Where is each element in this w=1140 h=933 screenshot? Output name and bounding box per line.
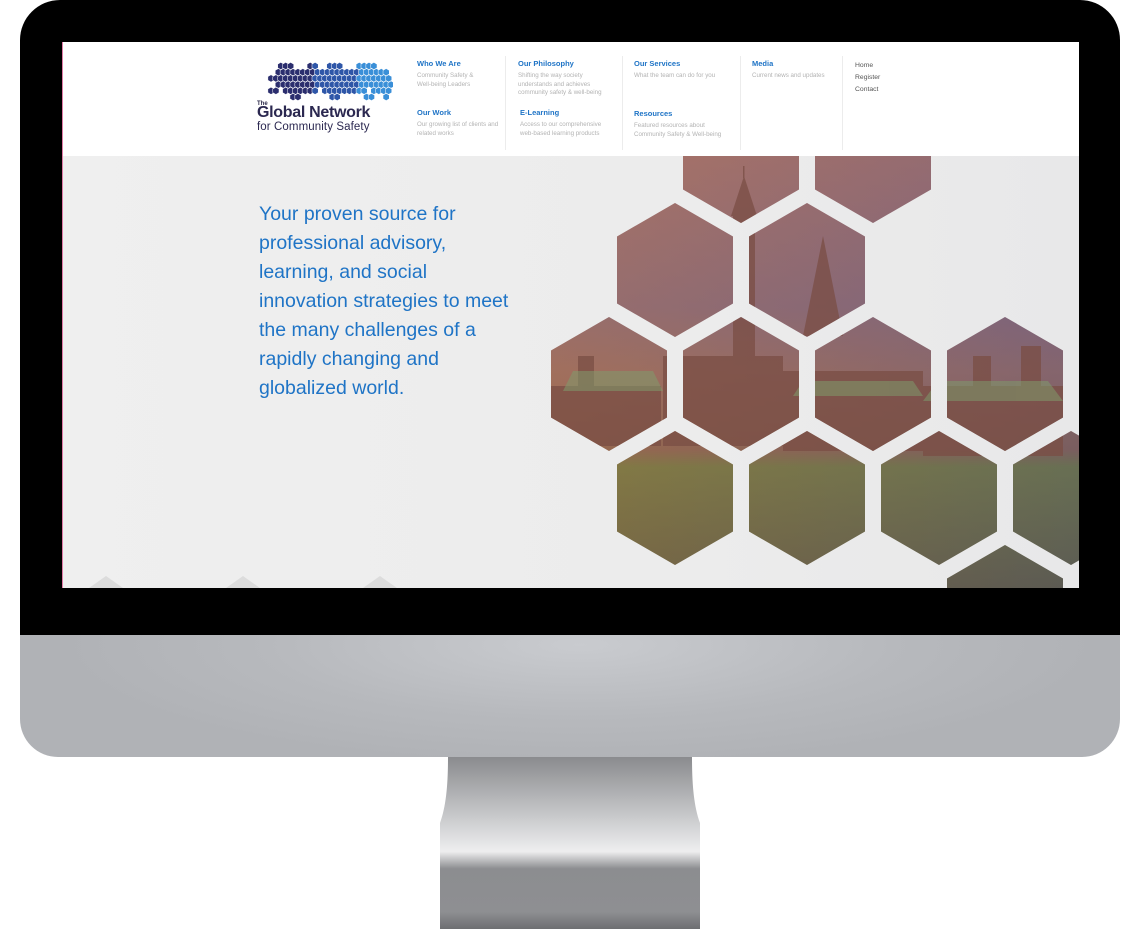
hero-section: Your proven source for professional advi… bbox=[63, 156, 1079, 588]
nav-column-3: Our Services What the team can do for yo… bbox=[634, 56, 741, 150]
nav-title[interactable]: E-Learning bbox=[520, 108, 612, 118]
nav-title[interactable]: Resources bbox=[634, 109, 734, 119]
nav-column-2: Our Philosophy Shifting the way society … bbox=[518, 56, 623, 150]
nav-title[interactable]: Our Services bbox=[634, 59, 738, 69]
nav-item-who-we-are[interactable]: Who We Are Community Safety & Well-being… bbox=[417, 59, 489, 89]
site-logo[interactable]: The Global Network for Community Safety bbox=[257, 62, 397, 142]
nav-description: Access to our comprehensive web-based le… bbox=[520, 121, 602, 137]
nav-description: What the team can do for you bbox=[634, 72, 716, 79]
logo-title: Global Network bbox=[257, 104, 371, 121]
nav-column-4: Media Current news and updates bbox=[752, 56, 843, 150]
hero-headline: Your proven source for professional advi… bbox=[259, 203, 509, 399]
monitor-stand bbox=[440, 757, 700, 929]
decorative-hexagon-edge bbox=[226, 576, 260, 588]
nav-description: Community Safety & Well-being Leaders bbox=[417, 72, 474, 88]
decorative-hexagon-edge bbox=[363, 576, 397, 588]
site-header: The Global Network for Community Safety … bbox=[63, 42, 1079, 156]
nav-title[interactable]: Media bbox=[752, 59, 842, 69]
utility-nav: Home Register Contact bbox=[855, 60, 880, 96]
logo-tagline: for Community Safety bbox=[257, 121, 370, 133]
nav-item-our-philosophy[interactable]: Our Philosophy Shifting the way society … bbox=[518, 59, 616, 98]
nav-description: Shifting the way society understands and… bbox=[518, 72, 602, 96]
logo-hex-cell bbox=[294, 93, 302, 101]
nav-item-resources[interactable]: Resources Featured resources about Commu… bbox=[634, 109, 734, 139]
logo-hex-cell bbox=[382, 93, 390, 101]
hero-hexagon-photo-collage bbox=[551, 156, 1079, 588]
nav-title[interactable]: Our Work bbox=[417, 108, 499, 118]
nav-item-e-learning[interactable]: E-Learning Access to our comprehensive w… bbox=[520, 108, 612, 138]
nav-item-media[interactable]: Media Current news and updates bbox=[752, 59, 842, 81]
hexagon-cluster-icon bbox=[267, 62, 393, 101]
nav-item-our-services[interactable]: Our Services What the team can do for yo… bbox=[634, 59, 738, 81]
nav-description: Featured resources about Community Safet… bbox=[634, 122, 722, 138]
browser-viewport: The Global Network for Community Safety … bbox=[62, 42, 1079, 588]
monitor-chin bbox=[20, 635, 1120, 757]
decorative-hexagon-edge bbox=[89, 576, 123, 588]
logo-hex-cell bbox=[333, 93, 341, 101]
utility-link-register[interactable]: Register bbox=[855, 72, 880, 84]
logo-hex-cell bbox=[311, 86, 319, 95]
nav-title[interactable]: Who We Are bbox=[417, 59, 489, 69]
logo-hex-cell bbox=[368, 93, 375, 101]
utility-link-home[interactable]: Home bbox=[855, 60, 880, 72]
nav-title[interactable]: Our Philosophy bbox=[518, 59, 616, 69]
nav-column-1: Who We Are Community Safety & Well-being… bbox=[417, 56, 506, 150]
utility-link-contact[interactable]: Contact bbox=[855, 84, 880, 96]
nav-description: Our growing list of clients and related … bbox=[417, 121, 499, 137]
nav-item-our-work[interactable]: Our Work Our growing list of clients and… bbox=[417, 108, 499, 138]
nav-description: Current news and updates bbox=[752, 72, 825, 79]
logo-hex-cell bbox=[272, 86, 280, 95]
